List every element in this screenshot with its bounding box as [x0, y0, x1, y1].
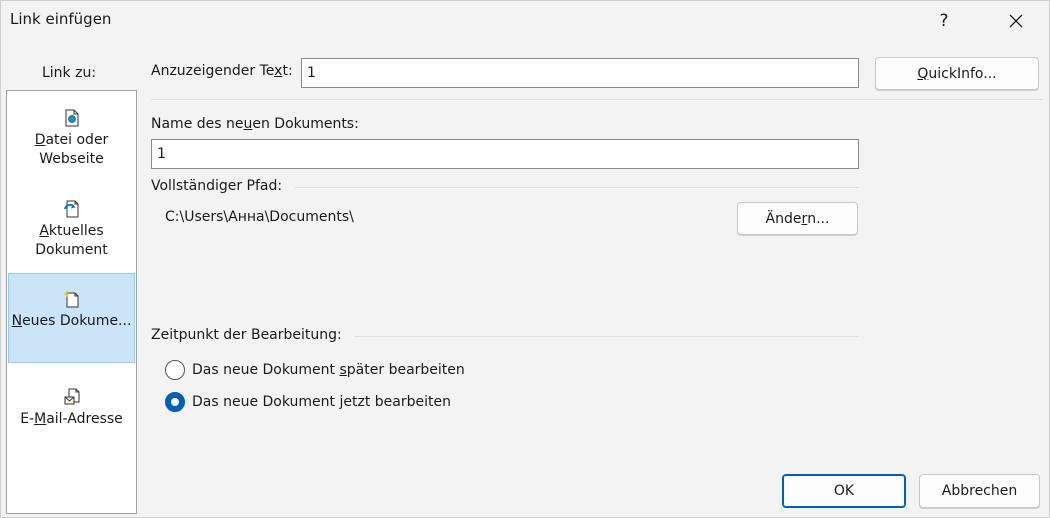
display-text-label: Anzuzeigender Text: — [151, 63, 293, 79]
link-item-label: Aktuelles Dokument — [35, 223, 108, 258]
new-document-name-input[interactable]: 1 — [151, 139, 859, 169]
change-path-button[interactable]: Ände r n... — [737, 202, 858, 235]
email-icon — [64, 388, 79, 405]
radio-button[interactable] — [165, 392, 185, 412]
new-document-icon — [63, 290, 78, 308]
link-item-label: E-Mail-Adresse — [20, 411, 123, 427]
help-icon: ? — [939, 11, 949, 31]
link-item-email-address[interactable]: E-Mail-Adresse — [8, 363, 135, 451]
radio-label: Das neue Dokument jetzt bearbeiten — [192, 394, 451, 410]
radio-edit-later[interactable]: Das neue Dokument später bearbeiten — [165, 360, 465, 380]
title-bar: Link einfügen ? — [1, 1, 1049, 41]
help-button[interactable]: ? — [921, 1, 967, 41]
link-item-label: Neues Dokume... — [11, 313, 132, 329]
link-item-label: Datei oder Webseite — [34, 132, 109, 167]
insert-link-dialog: Link einfügen ? Link zu: Datei oder Webs… — [0, 0, 1050, 518]
link-item-new-document[interactable]: Neues Dokume... — [8, 273, 135, 363]
close-button[interactable] — [993, 1, 1039, 41]
dialog-title: Link einfügen — [10, 10, 112, 28]
cancel-button[interactable]: Abbrechen — [919, 474, 1040, 508]
new-document-name-label: Name des neuen Dokuments: — [151, 116, 359, 132]
link-to-panel: Datei oder Webseite Aktuelles Dokument N… — [6, 90, 137, 514]
file-web-icon — [65, 109, 78, 127]
quickinfo-button[interactable]: QuickInfo... — [875, 57, 1039, 90]
link-to-label: Link zu: — [41, 65, 97, 81]
separator — [355, 336, 859, 337]
full-path-label: Vollständiger Pfad: — [151, 178, 283, 194]
close-icon — [1009, 14, 1023, 28]
radio-button[interactable] — [165, 360, 185, 380]
link-item-file-or-web[interactable]: Datei oder Webseite — [8, 92, 135, 180]
current-document-icon — [63, 200, 78, 218]
separator — [295, 187, 859, 188]
separator — [151, 99, 1043, 100]
link-item-current-document[interactable]: Aktuelles Dokument — [8, 183, 135, 271]
display-text-input[interactable]: 1 — [301, 58, 859, 88]
ok-button[interactable]: OK — [782, 474, 906, 508]
radio-label: Das neue Dokument später bearbeiten — [192, 362, 465, 378]
radio-edit-now[interactable]: Das neue Dokument jetzt bearbeiten — [165, 392, 451, 412]
full-path-value: C:\Users\Анна\Documents\ — [165, 209, 354, 225]
edit-time-label: Zeitpunkt der Bearbeitung: — [151, 327, 342, 343]
